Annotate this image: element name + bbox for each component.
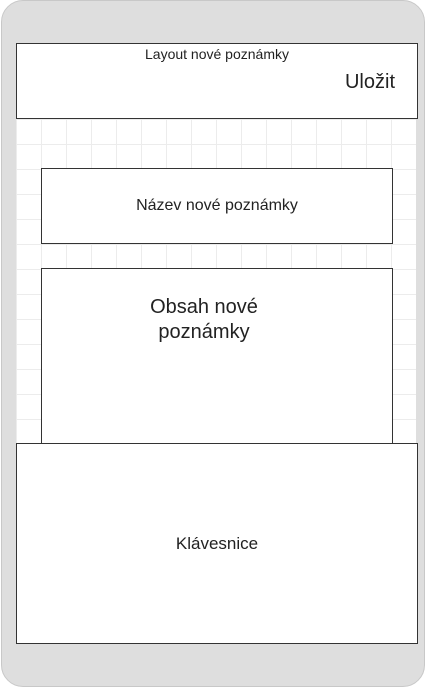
note-name-label: Název nové poznámky: [136, 197, 298, 214]
layout-title: Layout nové poznámky: [145, 46, 289, 62]
keyboard-area[interactable]: Klávesnice: [16, 443, 418, 644]
app-header: Layout nové poznámky Uložit: [16, 43, 418, 119]
note-content-label: Obsah nové poznámky: [150, 296, 258, 343]
note-name-field[interactable]: Název nové poznámky: [41, 168, 393, 244]
save-button[interactable]: Uložit: [345, 71, 395, 94]
keyboard-label: Klávesnice: [175, 533, 259, 553]
note-content-field[interactable]: Obsah nové poznámky: [41, 268, 393, 444]
